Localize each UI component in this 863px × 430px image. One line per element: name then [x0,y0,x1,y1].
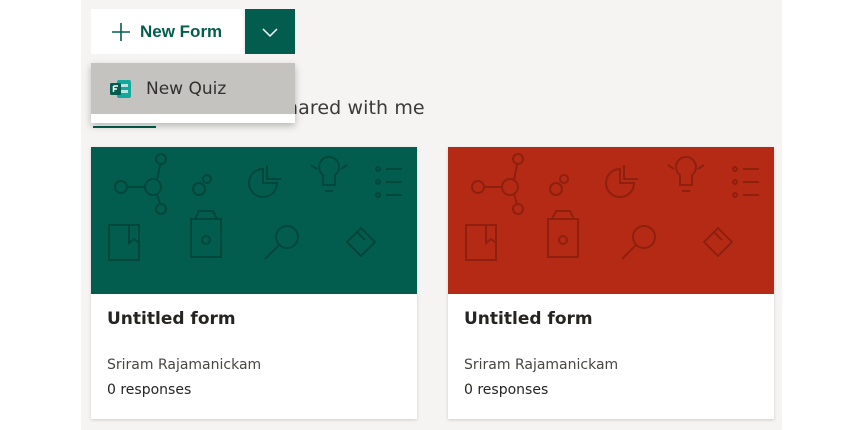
chevron-down-icon [262,27,278,37]
active-tab-indicator [93,126,156,128]
card-owner: Sriram Rajamanickam [464,357,619,373]
banner-pattern-icon [108,153,402,261]
form-card[interactable]: Untitled form Sriram Rajamanickam 0 resp… [91,147,417,419]
card-response-count: 0 responses [464,382,549,398]
card-title: Untitled form [464,309,593,329]
card-header-banner [91,147,417,294]
new-form-button[interactable]: New Form [91,9,243,54]
plus-icon [112,22,130,41]
card-header-banner [448,147,774,294]
new-form-dropdown-menu: New Quiz [91,63,295,123]
new-form-label: New Form [140,21,223,41]
form-card[interactable]: Untitled form Sriram Rajamanickam 0 resp… [448,147,774,419]
tab-shared-with-me[interactable]: hared with me [286,97,425,119]
card-response-count: 0 responses [107,382,192,398]
banner-pattern-icon [465,153,759,261]
forms-quiz-icon [110,79,131,98]
card-owner: Sriram Rajamanickam [107,357,262,373]
card-title: Untitled form [107,309,236,329]
menu-item-new-quiz[interactable]: New Quiz [91,63,295,114]
new-form-dropdown-button[interactable] [245,9,295,54]
menu-item-label: New Quiz [146,78,227,99]
